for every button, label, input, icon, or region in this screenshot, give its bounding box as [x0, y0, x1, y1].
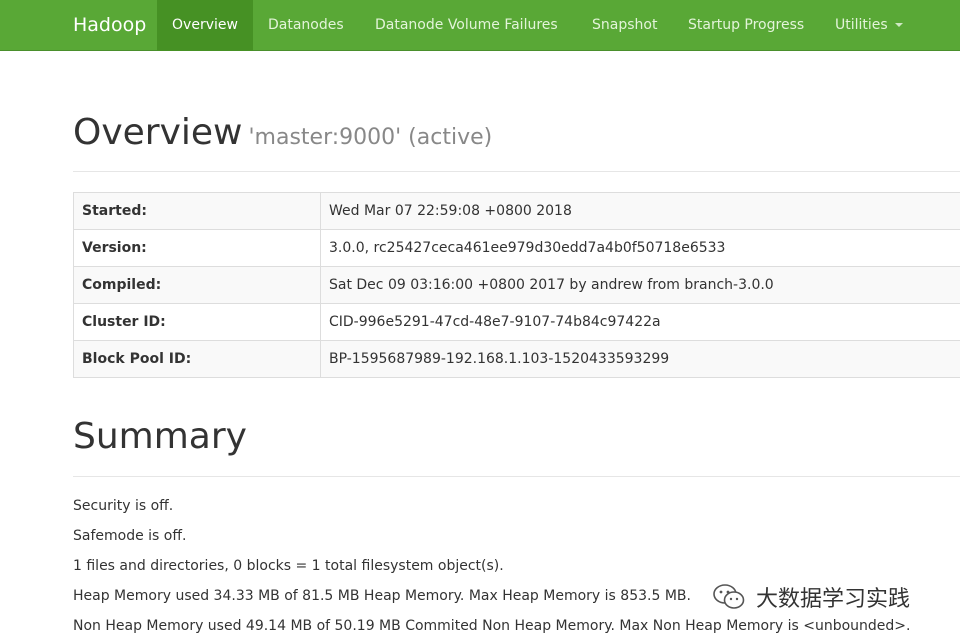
row-value: CID-996e5291-47cd-48e7-9107-74b84c97422a [320, 303, 960, 341]
row-key: Block Pool ID: [73, 340, 321, 378]
table-row: Compiled: Sat Dec 09 03:16:00 +0800 2017… [73, 266, 960, 304]
summary-heading: Summary [73, 416, 247, 457]
nav-startup-progress[interactable]: Startup Progress [688, 0, 804, 51]
table-row: Started: Wed Mar 07 22:59:08 +0800 2018 [73, 192, 960, 230]
nav-utilities-dropdown[interactable]: Utilities [835, 0, 903, 51]
row-value: BP-1595687989-192.168.1.103-152043359329… [320, 340, 960, 378]
overview-title: Overview [73, 112, 243, 153]
nav-datanode-volume-failures[interactable]: Datanode Volume Failures [375, 0, 558, 51]
overview-info-table: Started: Wed Mar 07 22:59:08 +0800 2018 … [73, 192, 960, 378]
overview-divider [73, 171, 960, 172]
watermark: 大数据学习实践 [712, 580, 910, 614]
nav-datanodes[interactable]: Datanodes [268, 0, 344, 51]
row-key: Cluster ID: [73, 303, 321, 341]
summary-line-filesystem: 1 files and directories, 0 blocks = 1 to… [73, 558, 504, 574]
nav-utilities-label: Utilities [835, 17, 888, 33]
table-row: Version: 3.0.0, rc25427ceca461ee979d30ed… [73, 229, 960, 267]
row-value: Sat Dec 09 03:16:00 +0800 2017 by andrew… [320, 266, 960, 304]
table-row: Cluster ID: CID-996e5291-47cd-48e7-9107-… [73, 303, 960, 341]
summary-line-security: Security is off. [73, 498, 174, 514]
row-value: Wed Mar 07 22:59:08 +0800 2018 [320, 192, 960, 230]
summary-divider [73, 476, 960, 477]
nav-snapshot[interactable]: Snapshot [592, 0, 657, 51]
summary-line-non-heap-memory: Non Heap Memory used 49.14 MB of 50.19 M… [73, 618, 911, 634]
row-key: Started: [73, 192, 321, 230]
row-key: Compiled: [73, 266, 321, 304]
row-key: Version: [73, 229, 321, 267]
brand-logo[interactable]: Hadoop [73, 14, 146, 36]
summary-line-safemode: Safemode is off. [73, 528, 187, 544]
row-value: 3.0.0, rc25427ceca461ee979d30edd7a4b0f50… [320, 229, 960, 267]
table-row: Block Pool ID: BP-1595687989-192.168.1.1… [73, 340, 960, 378]
wechat-icon [713, 584, 745, 609]
overview-subtitle: 'master:9000' (active) [248, 125, 493, 150]
top-navbar: Hadoop Overview Datanodes Datanode Volum… [0, 0, 960, 51]
caret-down-icon [894, 23, 903, 27]
overview-heading: Overview'master:9000' (active) [73, 112, 492, 153]
summary-line-heap-memory: Heap Memory used 34.33 MB of 81.5 MB Hea… [73, 588, 691, 604]
watermark-text: 大数据学习实践 [756, 587, 911, 612]
nav-overview[interactable]: Overview [157, 0, 253, 51]
